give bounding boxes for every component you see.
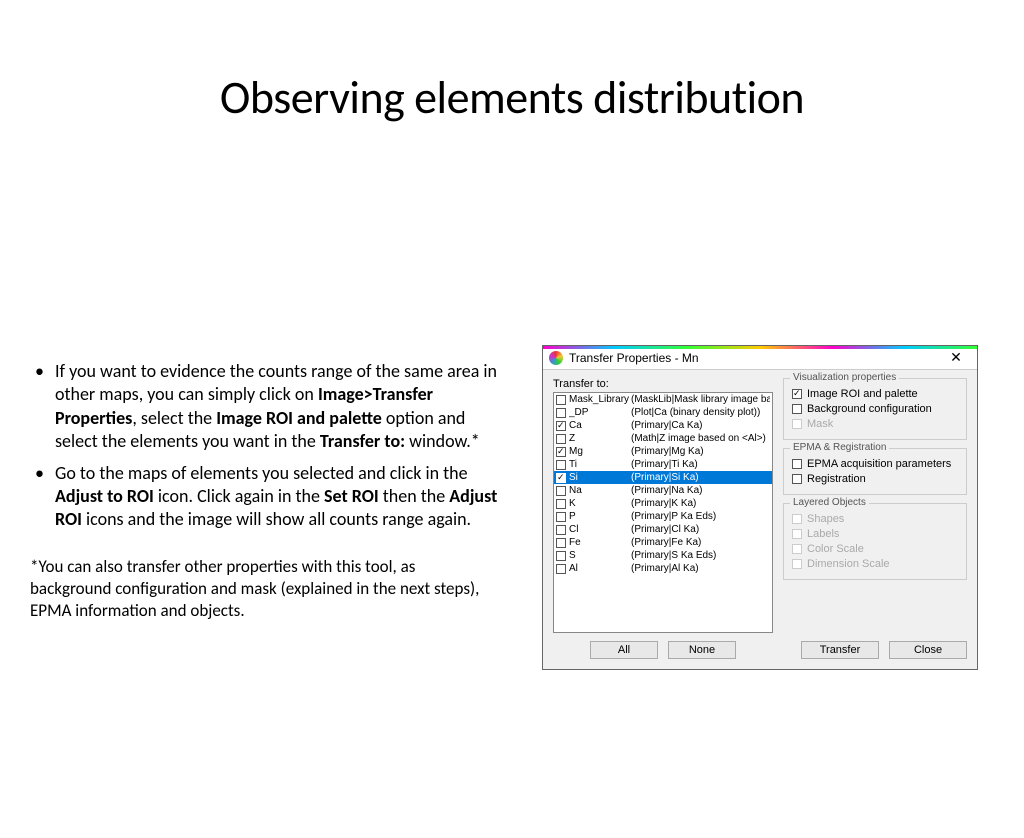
background-config-checkbox[interactable]: Background configuration [792,403,958,415]
none-button[interactable]: None [668,641,736,659]
list-item[interactable]: P(Primary|P Ka Eds) [554,510,772,523]
list-item[interactable]: _DP(Plot|Ca (binary density plot)) [554,406,772,419]
list-item[interactable]: Z(Math|Z image based on <Al>) [554,432,772,445]
list-item-checkbox[interactable] [556,447,566,457]
list-item-name: Fe [569,536,631,549]
list-item-desc: (Math|Z image based on <Al>) [631,432,766,445]
list-item-desc: (Primary|P Ka Eds) [631,510,716,523]
list-item-name: Al [569,562,631,575]
layered-objects-group: Layered Objects Shapes Labels Color Scal… [783,503,967,580]
epma-acq-checkbox[interactable]: EPMA acquisition parameters [792,458,958,470]
visualization-properties-group: Visualization properties Image ROI and p… [783,378,967,440]
list-item-checkbox[interactable] [556,460,566,470]
group-title: EPMA & Registration [790,442,889,453]
list-item-desc: (Plot|Ca (binary density plot)) [631,406,760,419]
list-item-desc: (Primary|Ti Ka) [631,458,698,471]
page-title: Observing elements distribution [0,70,1024,126]
list-item-desc: (Primary|Si Ka) [631,471,699,484]
bullet-1: If you want to evidence the counts range… [55,360,500,454]
list-item-desc: (Primary|Ca Ka) [631,419,703,432]
list-item[interactable]: K(Primary|K Ka) [554,497,772,510]
titlebar: Transfer Properties - Mn ✕ [543,346,977,370]
list-item-checkbox[interactable] [556,486,566,496]
list-item-checkbox[interactable] [556,499,566,509]
group-title: Layered Objects [790,497,869,508]
bullet-2: Go to the maps of elements you selected … [55,462,500,532]
image-roi-checkbox[interactable]: Image ROI and palette [792,388,958,400]
list-item-name: Mg [569,445,631,458]
list-item-checkbox[interactable] [556,525,566,535]
list-item[interactable]: Si(Primary|Si Ka) [554,471,772,484]
list-item-name: _DP [569,406,631,419]
dimscale-checkbox: Dimension Scale [792,558,958,570]
close-icon[interactable]: ✕ [941,349,971,366]
close-button[interactable]: Close [889,641,967,659]
list-item-name: Si [569,471,631,484]
list-item[interactable]: Mg(Primary|Mg Ka) [554,445,772,458]
all-button[interactable]: All [590,641,658,659]
group-title: Visualization properties [790,372,899,383]
list-item-desc: (Primary|Al Ka) [631,562,699,575]
labels-checkbox: Labels [792,528,958,540]
app-icon [549,351,563,365]
transfer-properties-dialog: Transfer Properties - Mn ✕ Transfer to: … [542,345,978,670]
registration-checkbox[interactable]: Registration [792,473,958,485]
list-item-desc: (MaskLib|Mask library image based [631,393,770,406]
list-item-checkbox[interactable] [556,473,566,483]
list-item-name: Ti [569,458,631,471]
list-item-checkbox[interactable] [556,512,566,522]
list-item-desc: (Primary|K Ka) [631,497,696,510]
list-item[interactable]: Fe(Primary|Fe Ka) [554,536,772,549]
list-item-checkbox[interactable] [556,421,566,431]
list-item-name: Z [569,432,631,445]
shapes-checkbox: Shapes [792,513,958,525]
list-item-name: P [569,510,631,523]
list-item-desc: (Primary|Cl Ka) [631,523,699,536]
list-item[interactable]: Na(Primary|Na Ka) [554,484,772,497]
colorscale-checkbox: Color Scale [792,543,958,555]
transfer-button[interactable]: Transfer [801,641,879,659]
list-item-checkbox[interactable] [556,564,566,574]
transfer-to-listbox[interactable]: Mask_Library(MaskLib|Mask library image … [553,392,773,633]
list-item[interactable]: Mask_Library(MaskLib|Mask library image … [554,393,772,406]
list-item-checkbox[interactable] [556,408,566,418]
list-item-checkbox[interactable] [556,395,566,405]
list-item-name: Mask_Library [569,393,631,406]
list-item-name: Na [569,484,631,497]
list-item[interactable]: S(Primary|S Ka Eds) [554,549,772,562]
list-item-checkbox[interactable] [556,551,566,561]
list-item[interactable]: Ti(Primary|Ti Ka) [554,458,772,471]
dialog-title: Transfer Properties - Mn [569,351,941,365]
mask-checkbox: Mask [792,418,958,430]
list-item-name: Ca [569,419,631,432]
list-item[interactable]: Cl(Primary|Cl Ka) [554,523,772,536]
list-item-name: Cl [569,523,631,536]
list-item-desc: (Primary|Na Ka) [631,484,703,497]
content-text: If you want to evidence the counts range… [30,360,500,622]
list-item[interactable]: Ca(Primary|Ca Ka) [554,419,772,432]
list-item-desc: (Primary|Mg Ka) [631,445,704,458]
epma-registration-group: EPMA & Registration EPMA acquisition par… [783,448,967,495]
footnote: *You can also transfer other properties … [30,556,500,622]
list-item-name: K [569,497,631,510]
list-item-checkbox[interactable] [556,434,566,444]
transfer-to-label: Transfer to: [553,378,773,390]
list-item-name: S [569,549,631,562]
list-item-desc: (Primary|S Ka Eds) [631,549,716,562]
list-item-desc: (Primary|Fe Ka) [631,536,701,549]
list-item[interactable]: Al(Primary|Al Ka) [554,562,772,575]
list-item-checkbox[interactable] [556,538,566,548]
